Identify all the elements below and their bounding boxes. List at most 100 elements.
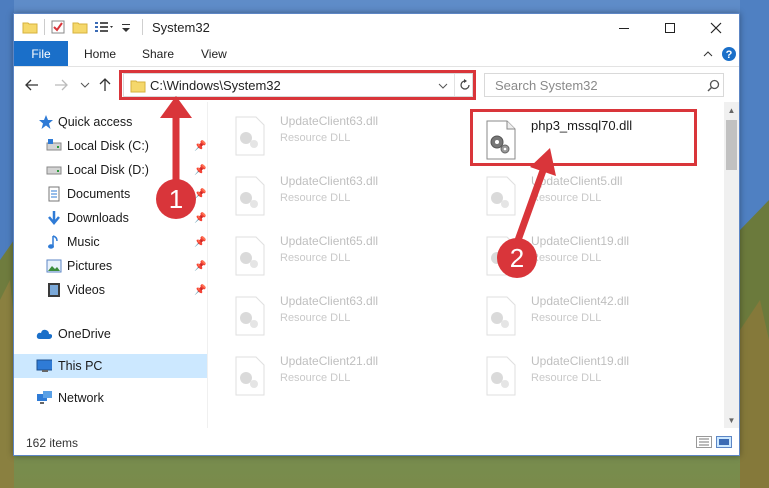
scroll-up-icon[interactable]: ▲ xyxy=(724,102,739,118)
file-type: Resource DLL xyxy=(280,252,351,264)
search-input[interactable]: Search System32 xyxy=(484,73,724,97)
pin-icon: 📌 xyxy=(194,213,207,224)
file-name: UpdateClient21.dll xyxy=(280,354,379,368)
dll-file-icon xyxy=(235,356,265,396)
file-item[interactable]: UpdateClient5.dll Resource DLL xyxy=(485,170,705,220)
dll-file-icon xyxy=(486,356,516,396)
pin-icon: 📌 xyxy=(194,237,207,248)
file-name: UpdateClient19.dll xyxy=(531,354,630,368)
desktop-background-left xyxy=(0,0,14,488)
documents-icon xyxy=(48,186,60,202)
tab-home[interactable]: Home xyxy=(84,41,116,66)
expand-ribbon-icon[interactable] xyxy=(702,46,714,62)
sidebar-item-label: OneDrive xyxy=(58,327,111,341)
maximize-button[interactable] xyxy=(647,14,693,41)
sidebar-item-label: Local Disk (C:) xyxy=(67,139,149,153)
forward-button[interactable] xyxy=(52,76,70,94)
file-type: Resource DLL xyxy=(531,312,602,324)
sidebar-item-label: This PC xyxy=(58,359,103,373)
downloads-icon xyxy=(48,211,60,225)
minimize-icon xyxy=(619,27,629,29)
file-type: Resource DLL xyxy=(280,312,351,324)
properties-icon[interactable] xyxy=(50,19,66,35)
file-type: Resource DLL xyxy=(280,192,351,204)
close-button[interactable] xyxy=(693,14,739,41)
back-button[interactable] xyxy=(23,76,41,94)
sidebar-item-local-disk-c[interactable]: Local Disk (C:) 📌 xyxy=(14,134,207,158)
sidebar-item-label: Music xyxy=(67,235,100,249)
address-row: C:\Windows\System32 Search System32 xyxy=(14,67,739,102)
qa-divider xyxy=(44,19,45,35)
sidebar-item-label: Documents xyxy=(67,187,131,201)
sidebar-item-videos[interactable]: Videos 📌 xyxy=(14,278,207,302)
ribbon-tabs: File Home Share View ? xyxy=(14,41,739,67)
help-icon[interactable]: ? xyxy=(721,46,737,62)
annotation-marker-1: 1 xyxy=(156,179,196,219)
address-highlight xyxy=(119,70,476,100)
navigation-pane: Quick access Local Disk (C:) 📌 Local Dis… xyxy=(14,102,207,428)
dll-file-icon xyxy=(486,176,516,216)
sidebar-item-pictures[interactable]: Pictures 📌 xyxy=(14,254,207,278)
pin-icon: 📌 xyxy=(194,261,207,272)
cloud-icon xyxy=(36,329,52,339)
computer-icon xyxy=(36,359,52,372)
vertical-scrollbar[interactable]: ▲ ▼ xyxy=(724,102,739,428)
annotation-marker-2: 2 xyxy=(497,238,537,278)
sidebar-item-music[interactable]: Music 📌 xyxy=(14,230,207,254)
pin-icon: 📌 xyxy=(194,165,207,176)
svg-text:?: ? xyxy=(726,49,733,61)
tab-view[interactable]: View xyxy=(201,41,227,66)
dll-file-icon xyxy=(235,296,265,336)
file-item[interactable]: UpdateClient65.dll Resource DLL xyxy=(234,230,454,280)
title-bar: System32 xyxy=(14,14,739,41)
sidebar-item-label: Local Disk (D:) xyxy=(67,163,149,177)
recent-locations-button[interactable] xyxy=(76,76,94,94)
file-item[interactable]: UpdateClient42.dll Resource DLL xyxy=(485,290,705,340)
window-title: System32 xyxy=(152,20,210,35)
file-item[interactable]: UpdateClient63.dll Resource DLL xyxy=(234,170,454,220)
sidebar-item-onedrive[interactable]: OneDrive xyxy=(14,322,207,346)
tab-share[interactable]: Share xyxy=(142,41,174,66)
file-item[interactable]: UpdateClient19.dll Resource DLL xyxy=(485,350,705,400)
file-item[interactable]: UpdateClient21.dll Resource DLL xyxy=(234,350,454,400)
file-name: UpdateClient63.dll xyxy=(280,294,379,308)
explorer-window: System32 File Home Share View ? C:\Windo… xyxy=(13,13,740,456)
close-icon xyxy=(710,22,722,33)
up-button[interactable] xyxy=(96,76,114,94)
file-name: UpdateClient19.dll xyxy=(531,234,630,248)
sidebar-item-label: Network xyxy=(58,391,104,405)
music-icon xyxy=(48,235,58,249)
file-name: UpdateClient63.dll xyxy=(280,174,379,188)
title-divider xyxy=(142,19,143,35)
file-type: Resource DLL xyxy=(531,192,602,204)
sidebar-item-network[interactable]: Network xyxy=(14,386,207,410)
scroll-down-icon[interactable]: ▼ xyxy=(724,412,739,428)
file-item[interactable]: UpdateClient63.dll Resource DLL xyxy=(234,290,454,340)
network-icon xyxy=(37,391,52,404)
details-view-icon[interactable] xyxy=(696,436,712,448)
up-arrow-icon xyxy=(99,78,111,91)
file-name: UpdateClient5.dll xyxy=(531,174,623,188)
videos-icon xyxy=(48,283,60,297)
large-icons-view-icon[interactable] xyxy=(716,436,732,448)
item-count: 162 items xyxy=(26,436,79,450)
file-item[interactable]: UpdateClient63.dll Resource DLL xyxy=(234,110,454,160)
forward-arrow-icon xyxy=(55,79,68,91)
customize-toolbar-icon[interactable] xyxy=(94,19,114,35)
tab-file[interactable]: File xyxy=(14,41,68,66)
desktop-background-right xyxy=(740,0,769,488)
sidebar-item-quick-access[interactable]: Quick access xyxy=(14,110,207,134)
chevron-down-icon[interactable] xyxy=(120,19,132,35)
scroll-thumb[interactable] xyxy=(726,120,737,170)
file-name: UpdateClient65.dll xyxy=(280,234,379,248)
folder-icon[interactable] xyxy=(22,19,38,35)
minimize-button[interactable] xyxy=(601,14,647,41)
sidebar-item-label: Quick access xyxy=(58,115,133,129)
new-folder-icon[interactable] xyxy=(72,19,88,35)
star-icon xyxy=(39,115,53,129)
sidebar-item-this-pc[interactable]: This PC xyxy=(14,354,207,378)
pin-icon: 📌 xyxy=(194,285,207,296)
maximize-icon xyxy=(665,22,675,33)
status-bar: 162 items xyxy=(14,428,739,455)
dll-file-icon xyxy=(486,296,516,336)
